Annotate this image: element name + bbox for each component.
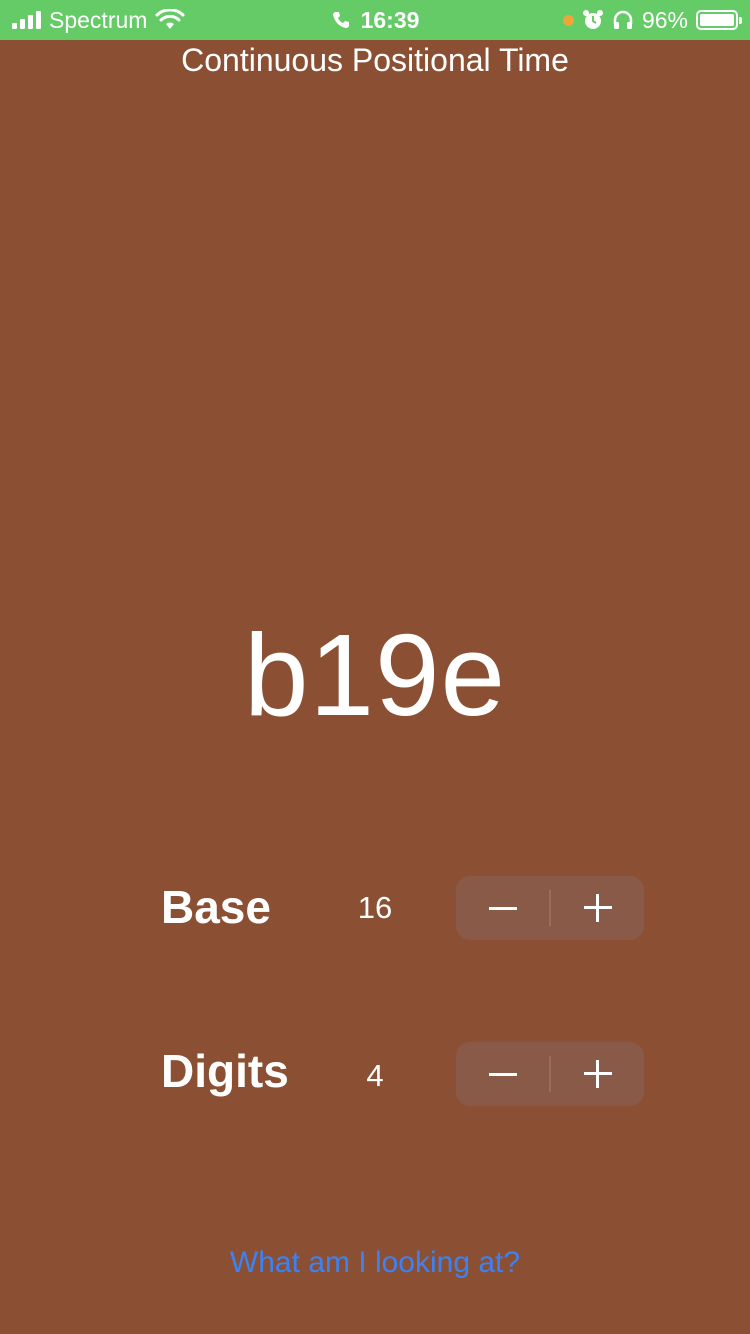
battery-icon <box>696 10 742 30</box>
digits-value: 4 <box>366 1058 384 1093</box>
privacy-indicator-icon <box>562 14 574 26</box>
status-right: 96% <box>562 0 742 40</box>
minus-icon <box>488 906 517 910</box>
phone-icon <box>332 12 349 28</box>
plus-icon <box>583 1060 612 1088</box>
digits-label: Digits <box>161 1045 289 1097</box>
digits-decrement-button[interactable] <box>456 1042 549 1106</box>
base-stepper[interactable] <box>456 876 644 940</box>
base-increment-button[interactable] <box>551 876 644 940</box>
headphones-icon <box>613 10 633 29</box>
status-bar: Spectrum 16:39 96% <box>0 0 750 40</box>
help-link[interactable]: What am I looking at? <box>0 1246 750 1280</box>
plus-icon <box>583 894 612 922</box>
base-decrement-button[interactable] <box>456 876 549 940</box>
page-title: Continuous Positional Time <box>181 42 569 78</box>
minus-icon <box>488 1072 517 1076</box>
time-display: b19e <box>243 610 507 740</box>
clock-time: 16:39 <box>360 6 420 33</box>
digits-increment-button[interactable] <box>551 1042 644 1106</box>
battery-percent: 96% <box>641 6 688 33</box>
base-value: 16 <box>357 890 393 925</box>
alarm-icon <box>582 10 603 29</box>
digits-stepper[interactable] <box>456 1042 644 1106</box>
base-label: Base <box>161 881 271 933</box>
